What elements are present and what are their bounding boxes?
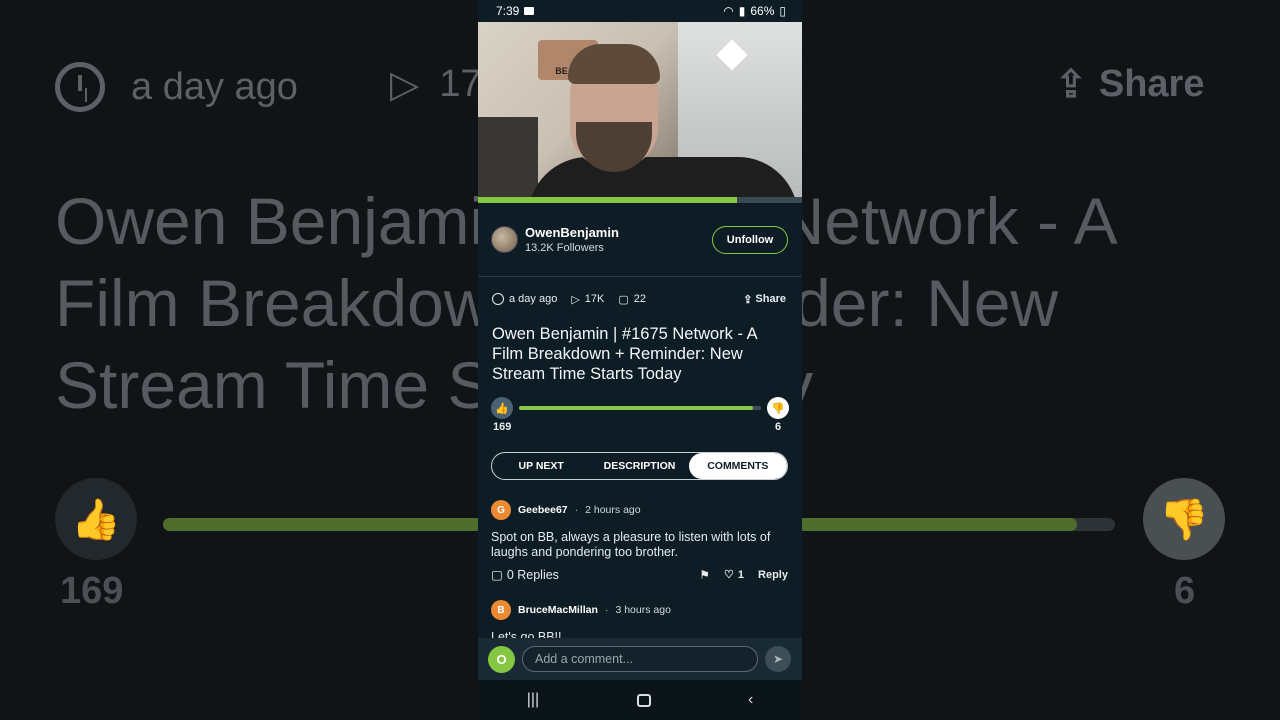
bg-time-ago: a day ago <box>55 62 298 112</box>
tab-up-next[interactable]: UP NEXT <box>492 453 590 479</box>
comment-icon: ▢ <box>618 293 629 306</box>
video-hair <box>568 44 660 84</box>
replies-count: 0 Replies <box>506 567 559 582</box>
comment-input[interactable] <box>522 646 758 672</box>
tab-description[interactable]: DESCRIPTION <box>590 453 688 479</box>
channel-name[interactable]: OwenBenjamin <box>525 225 712 240</box>
rating-bar-fill <box>519 406 753 410</box>
replies-toggle[interactable]: ▢ 0 Replies <box>491 567 559 583</box>
thumbs-up-icon[interactable]: 👍 <box>491 397 513 419</box>
play-icon: ▷ <box>571 293 580 306</box>
bg-play-icon: ▷ <box>390 64 420 106</box>
bg-share: ⇪ Share <box>1055 62 1204 107</box>
signal-icon: ▮ <box>738 4 746 18</box>
status-time: 7:39 <box>496 4 520 18</box>
comment-list: G Geebee67 · 2 hours ago Spot on BB, alw… <box>478 500 802 645</box>
commenter-name[interactable]: BruceMacMillan <box>518 604 598 616</box>
channel-row: OwenBenjamin 13.2K Followers Unfollow <box>478 203 802 277</box>
system-nav-bar: ||| ‹ <box>478 680 802 720</box>
bg-like-count: 169 <box>60 570 124 612</box>
video-progress-bar[interactable] <box>478 197 802 203</box>
bg-clock-icon <box>55 62 105 112</box>
video-player[interactable]: BEAR <box>478 22 802 197</box>
separator-dot: · <box>604 604 609 616</box>
comment-like-count: 1 <box>737 568 745 581</box>
wifi-icon: ◠ <box>723 4 734 18</box>
home-icon[interactable] <box>636 693 651 707</box>
view-count: ▷ 17K <box>571 293 604 306</box>
send-icon[interactable]: ➤ <box>765 646 791 672</box>
phone-screen: 7:39 ◠ ▮ 66% ▯ BEAR OwenBenjamin 13.2K F… <box>478 0 802 720</box>
like-count: 169 <box>493 421 512 433</box>
bg-dislike-count: 6 <box>1174 570 1196 612</box>
video-shirt <box>528 157 798 197</box>
share-label: Share <box>755 293 786 305</box>
flag-icon[interactable]: ⚑ <box>699 568 710 582</box>
status-bar: 7:39 ◠ ▮ 66% ▯ <box>478 0 802 22</box>
dislike-count: 6 <box>775 421 782 433</box>
reply-button[interactable]: Reply <box>758 569 788 581</box>
tab-comments[interactable]: COMMENTS <box>688 453 787 479</box>
recents-icon[interactable]: ||| <box>527 691 539 709</box>
separator-dot: · <box>574 504 579 516</box>
thumbs-down-icon[interactable]: 👎 <box>767 397 789 419</box>
comment-composer: O ➤ <box>478 638 802 680</box>
comment-like-button[interactable]: ♡ 1 <box>724 568 745 582</box>
comment-icon: ▢ <box>491 568 503 582</box>
follower-count: 13.2K Followers <box>525 242 604 254</box>
clock-icon <box>492 293 504 305</box>
back-icon[interactable]: ‹ <box>748 691 753 709</box>
video-title: Owen Benjamin | #1675 Network - A Film B… <box>492 325 757 383</box>
view-count-text: 17K <box>584 293 605 305</box>
time-ago-text: a day ago <box>509 293 558 305</box>
comment-time: 2 hours ago <box>585 504 641 516</box>
bg-share-icon: ⇪ <box>1055 64 1087 106</box>
camera-icon <box>524 7 535 15</box>
comment-count[interactable]: ▢ 22 <box>618 293 646 306</box>
comment-body: Spot on BB, always a pleasure to listen … <box>491 530 771 559</box>
commenter-avatar[interactable]: G <box>491 500 511 520</box>
bg-time-text: a day ago <box>131 65 298 108</box>
time-ago: a day ago <box>492 293 557 305</box>
comment-time: 3 hours ago <box>615 604 671 616</box>
battery-icon: ▯ <box>779 4 786 18</box>
commenter-name[interactable]: Geebee67 <box>518 504 568 516</box>
channel-avatar[interactable] <box>491 226 518 253</box>
comment-count-text: 22 <box>633 293 647 305</box>
video-meta-row: a day ago ▷ 17K ▢ 22 ⇪ Share <box>478 277 802 321</box>
bg-thumbs-up-icon: 👍 <box>55 478 137 560</box>
bg-share-text: Share <box>1098 63 1205 105</box>
battery-level: 66% <box>750 4 775 18</box>
commenter-avatar[interactable]: B <box>491 600 511 620</box>
bg-thumbs-down-icon: 👎 <box>1143 478 1225 560</box>
comment-item: G Geebee67 · 2 hours ago Spot on BB, alw… <box>491 500 788 582</box>
my-avatar: O <box>488 645 515 673</box>
rating-row: 👍 👎 169 6 <box>478 394 802 452</box>
share-button[interactable]: ⇪ Share <box>743 293 786 306</box>
unfollow-button[interactable]: Unfollow <box>712 225 788 254</box>
video-progress-fill <box>478 197 738 203</box>
rating-bar <box>519 406 761 410</box>
video-chair <box>478 117 538 197</box>
share-icon: ⇪ <box>743 293 753 306</box>
heart-icon: ♡ <box>724 569 734 581</box>
content-tabs: UP NEXT DESCRIPTION COMMENTS <box>491 452 788 480</box>
